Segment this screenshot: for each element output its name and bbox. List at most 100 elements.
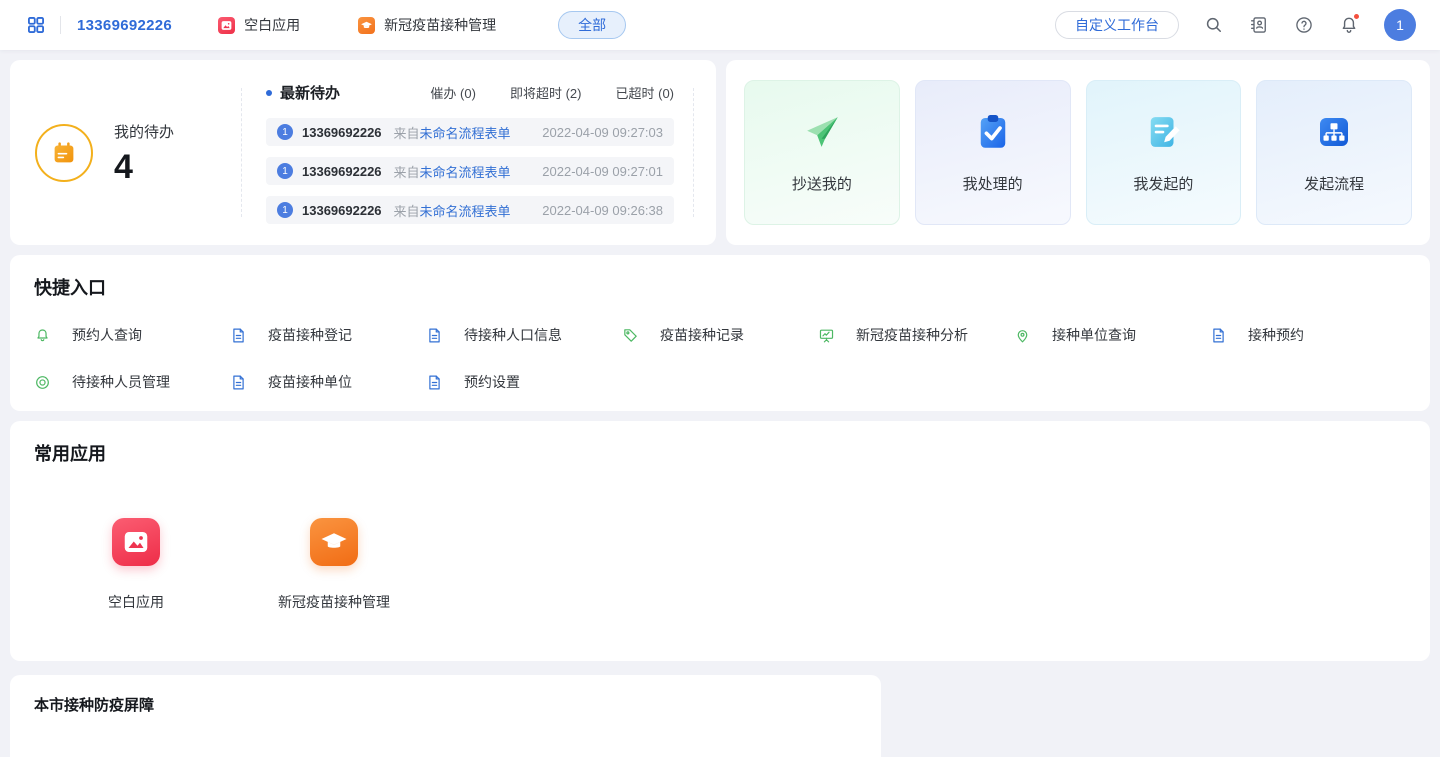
tab-timed-out[interactable]: 已超时 (0)	[615, 83, 674, 102]
contacts-icon[interactable]	[1249, 15, 1269, 35]
vaccination-barrier-card: 本市接种防疫屏障	[10, 675, 881, 757]
quick-link-appointment-person-query[interactable]: 预约人查询	[34, 325, 230, 345]
paper-plane-icon	[801, 111, 843, 153]
todo-summary-title: 我的待办	[114, 121, 174, 142]
app-label: 新冠疫苗接种管理	[278, 592, 390, 612]
image-app-icon	[112, 518, 160, 566]
document-icon	[1210, 327, 1227, 344]
item-form-link[interactable]: 未命名流程表单	[420, 201, 511, 220]
app-blank[interactable]: 空白应用	[66, 518, 206, 612]
quick-link-vaccination-appointment[interactable]: 接种预约	[1210, 325, 1406, 345]
latest-todo-title: 最新待办	[280, 82, 340, 103]
todo-card: 我的待办 4 最新待办 催办 (0) 即将超时 (2) 已超时 (0) 1	[10, 60, 716, 245]
sitemap-icon	[1313, 111, 1355, 153]
bullet-dot	[266, 90, 272, 96]
nav-right-group: 自定义工作台 1	[1055, 9, 1416, 41]
tab-about-to-timeout[interactable]: 即将超时 (2)	[510, 83, 582, 102]
search-icon[interactable]	[1204, 15, 1224, 35]
quick-link-label: 接种单位查询	[1052, 325, 1136, 345]
apps-grid-icon[interactable]	[26, 15, 46, 35]
nav-user-id[interactable]: 13369692226	[77, 17, 172, 34]
tile-label: 我处理的	[963, 173, 1023, 194]
location-pin-icon	[1014, 327, 1031, 344]
item-time: 2022-04-09 09:27:03	[542, 125, 663, 140]
nav-app-label: 新冠疫苗接种管理	[384, 15, 496, 35]
tile-label: 抄送我的	[792, 173, 852, 194]
nav-app-label: 空白应用	[244, 15, 300, 35]
quick-link-label: 疫苗接种记录	[660, 325, 744, 345]
item-user: 13369692226	[302, 125, 382, 140]
nav-app-blank[interactable]: 空白应用	[218, 15, 300, 35]
initiated-by-me-tile[interactable]: 我发起的	[1086, 80, 1242, 225]
handled-by-me-tile[interactable]: 我处理的	[915, 80, 1071, 225]
item-time: 2022-04-09 09:27:01	[542, 164, 663, 179]
calendar-todo-icon	[35, 124, 93, 182]
item-avatar: 1	[277, 124, 293, 140]
quick-link-label: 新冠疫苗接种分析	[856, 325, 968, 345]
frequent-apps-title: 常用应用	[34, 440, 1406, 466]
top-navbar: 13369692226 空白应用 新冠疫苗接种管理 全部 自定义工作台	[0, 0, 1440, 50]
vaccination-barrier-title: 本市接种防疫屏障	[34, 694, 857, 715]
todo-list-item[interactable]: 1 13369692226 来自 未命名流程表单 2022-04-09 09:2…	[266, 196, 674, 224]
item-time: 2022-04-09 09:26:38	[542, 203, 663, 218]
main-content: 我的待办 4 最新待办 催办 (0) 即将超时 (2) 已超时 (0) 1	[0, 50, 1440, 757]
quick-link-label: 接种预约	[1248, 325, 1304, 345]
quick-link-label: 待接种人员管理	[72, 372, 170, 392]
quick-link-population-info[interactable]: 待接种人口信息	[426, 325, 622, 345]
tag-icon	[622, 327, 639, 344]
app-label: 空白应用	[108, 592, 164, 612]
quick-link-unit-query[interactable]: 接种单位查询	[1014, 325, 1210, 345]
item-user: 13369692226	[302, 164, 382, 179]
latest-todo-panel: 最新待办 催办 (0) 即将超时 (2) 已超时 (0) 1 133696922…	[242, 60, 716, 245]
item-avatar: 1	[277, 163, 293, 179]
todo-count: 4	[114, 150, 174, 184]
item-from: 来自	[394, 123, 420, 142]
item-user: 13369692226	[302, 203, 382, 218]
quick-link-personnel-management[interactable]: 待接种人员管理	[34, 372, 230, 392]
quick-link-appointment-settings[interactable]: 预约设置	[426, 372, 622, 392]
document-icon	[426, 327, 443, 344]
action-tiles-card: 抄送我的 我处理的	[726, 60, 1430, 245]
tile-label: 发起流程	[1304, 173, 1364, 194]
quick-link-vaccine-analysis[interactable]: 新冠疫苗接种分析	[818, 325, 1014, 345]
chart-board-icon	[818, 327, 835, 344]
nav-app-vaccine[interactable]: 新冠疫苗接种管理	[358, 15, 496, 35]
item-from: 来自	[394, 201, 420, 220]
tile-label: 我发起的	[1133, 173, 1193, 194]
start-process-tile[interactable]: 发起流程	[1256, 80, 1412, 225]
quick-link-label: 预约人查询	[72, 325, 142, 345]
quick-link-vaccination-records[interactable]: 疫苗接种记录	[622, 325, 818, 345]
user-avatar[interactable]: 1	[1384, 9, 1416, 41]
document-icon	[426, 374, 443, 391]
image-app-icon	[218, 17, 235, 34]
customize-workspace-button[interactable]: 自定义工作台	[1055, 11, 1179, 39]
quick-link-label: 待接种人口信息	[464, 325, 562, 345]
quick-link-vaccination-unit[interactable]: 疫苗接种单位	[230, 372, 426, 392]
todo-summary[interactable]: 我的待办 4	[10, 88, 242, 217]
target-icon	[34, 374, 51, 391]
item-form-link[interactable]: 未命名流程表单	[420, 162, 511, 181]
quick-link-vaccination-register[interactable]: 疫苗接种登记	[230, 325, 426, 345]
quick-link-label: 预约设置	[464, 372, 520, 392]
bell-icon[interactable]	[1339, 15, 1359, 35]
document-icon	[230, 374, 247, 391]
item-form-link[interactable]: 未命名流程表单	[420, 123, 511, 142]
frequent-apps-card: 常用应用 空白应用 新冠疫苗接种管理	[10, 421, 1430, 661]
app-vaccine-management[interactable]: 新冠疫苗接种管理	[264, 518, 404, 612]
all-apps-button[interactable]: 全部	[558, 11, 626, 39]
bell-icon	[34, 327, 51, 344]
notification-dot	[1353, 13, 1360, 20]
quick-entry-title: 快捷入口	[34, 274, 1406, 300]
quick-link-label: 疫苗接种登记	[268, 325, 352, 345]
graduation-cap-app-icon	[358, 17, 375, 34]
item-avatar: 1	[277, 202, 293, 218]
cc-to-me-tile[interactable]: 抄送我的	[744, 80, 900, 225]
help-icon[interactable]	[1294, 15, 1314, 35]
document-edit-icon	[1142, 111, 1184, 153]
todo-list-item[interactable]: 1 13369692226 来自 未命名流程表单 2022-04-09 09:2…	[266, 118, 674, 146]
item-from: 来自	[394, 162, 420, 181]
tab-urge[interactable]: 催办 (0)	[430, 83, 476, 102]
clipboard-check-icon	[972, 111, 1014, 153]
todo-list-item[interactable]: 1 13369692226 来自 未命名流程表单 2022-04-09 09:2…	[266, 157, 674, 185]
nav-divider	[60, 16, 61, 34]
